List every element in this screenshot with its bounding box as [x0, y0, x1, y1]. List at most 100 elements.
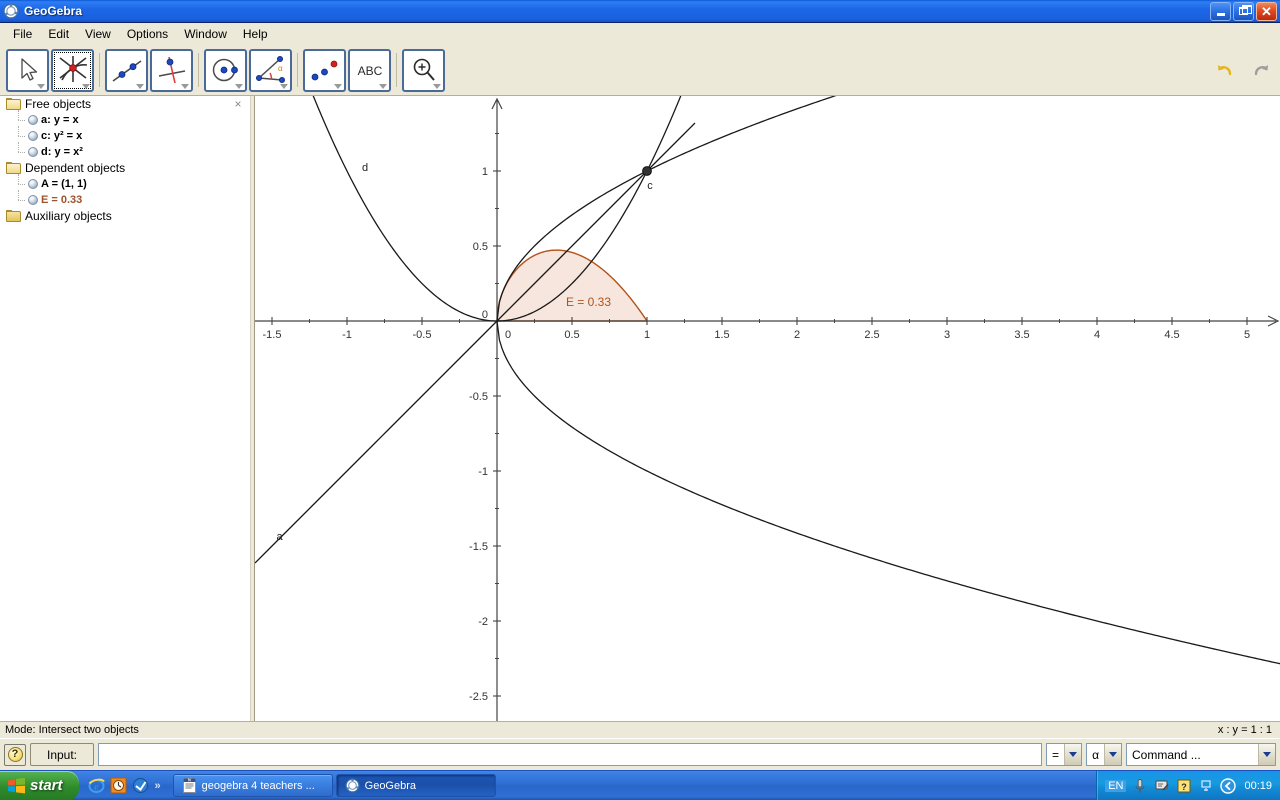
quick-launch-more-icon[interactable]: » [155, 780, 161, 792]
input-field[interactable] [98, 743, 1043, 766]
algebra-item-point-a[interactable]: A = (1, 1) [12, 174, 249, 192]
curve-c-lower-branch[interactable] [496, 320, 1280, 665]
menu-help[interactable]: Help [235, 25, 276, 43]
x-axis-tick-label: 1.5 [714, 329, 729, 341]
task-button-word-document[interactable]: W geogebra 4 teachers ... [172, 774, 333, 797]
chevron-down-icon[interactable] [379, 83, 387, 89]
angle-tool-button[interactable]: α [249, 48, 292, 92]
object-visibility-icon[interactable] [28, 147, 38, 157]
circle-tool-button[interactable] [204, 48, 247, 92]
line-through-two-points-icon [112, 60, 141, 82]
algebra-item-integral-e[interactable]: E = 0.33 [12, 190, 249, 208]
taskbar-clock[interactable]: 00:19 [1242, 780, 1272, 792]
maximize-button[interactable] [1233, 1, 1254, 21]
menu-edit[interactable]: Edit [40, 25, 77, 43]
curve-label-c-upper: c [647, 180, 653, 192]
point-A[interactable] [642, 166, 652, 176]
chevron-down-icon[interactable] [1258, 744, 1275, 765]
window-small-icon[interactable] [1198, 778, 1214, 794]
chevron-down-icon[interactable] [82, 83, 90, 89]
algebra-item-a[interactable]: a: y = x [12, 110, 249, 128]
chevron-down-icon[interactable] [136, 83, 144, 89]
task-list: W geogebra 4 teachers ... GeoGebra [172, 774, 496, 797]
show-hidden-icons-icon[interactable] [1220, 777, 1237, 794]
object-visibility-icon[interactable] [28, 195, 38, 205]
algebra-group-header[interactable]: Auxiliary objects [4, 208, 249, 224]
line-tool-button[interactable] [105, 48, 148, 92]
chevron-down-icon[interactable] [1064, 744, 1082, 765]
clock-icon[interactable] [110, 777, 127, 794]
curve-d-parabola[interactable] [255, 96, 700, 322]
algebra-item-d[interactable]: d: y = x² [12, 142, 249, 160]
menu-view[interactable]: View [77, 25, 119, 43]
help-button[interactable]: ? [4, 743, 26, 766]
toolbar-separator [198, 53, 199, 87]
outlook-icon[interactable] [132, 777, 149, 794]
perpendicular-line-icon [158, 56, 185, 84]
window-title: GeoGebra [24, 4, 83, 18]
algebra-item-list: a: y = x c: y² = x d: y = x² [4, 110, 249, 160]
equals-dropdown[interactable]: = [1046, 743, 1083, 766]
chevron-down-icon[interactable] [433, 83, 441, 89]
y-axis-tick-label: -2.5 [469, 691, 488, 703]
input-label-button[interactable]: Input: [30, 743, 94, 766]
start-button[interactable]: start [0, 770, 79, 800]
reflect-tool-button[interactable] [303, 48, 346, 92]
close-button[interactable]: ✕ [1256, 1, 1277, 21]
x-axis-tick-label: 2.5 [864, 329, 879, 341]
minimize-button[interactable] [1210, 1, 1231, 21]
handwriting-pen-icon[interactable] [1154, 778, 1170, 794]
command-dropdown-value: Command ... [1132, 747, 1201, 762]
algebra-item-label: c: y² = x [41, 130, 83, 142]
y-axis-tick-label: -1 [478, 466, 488, 478]
chevron-down-icon[interactable] [235, 83, 243, 89]
object-visibility-icon[interactable] [28, 115, 38, 125]
circle-center-point-icon [212, 58, 238, 82]
chevron-down-icon[interactable] [1104, 744, 1121, 765]
menu-file[interactable]: File [5, 25, 40, 43]
coordinate-plane[interactable]: -1.5 -1 -0.5 0 0.5 1 1.5 2 2.5 3 3.5 4 4.5 510.50-0.5… [255, 96, 1280, 721]
task-button-geogebra[interactable]: GeoGebra [335, 774, 496, 797]
graphics-view[interactable]: -1.5 -1 -0.5 0 0.5 1 1.5 2 2.5 3 3.5 4 4.5 5 1 0.5 0 -0.5… [255, 96, 1280, 721]
object-visibility-icon[interactable] [28, 179, 38, 189]
intersect-tool-button[interactable] [51, 48, 94, 92]
chevron-down-icon[interactable] [280, 83, 288, 89]
svg-text:?: ? [1182, 782, 1188, 792]
x-axis-tick-label: 0 [505, 329, 511, 341]
text-tool-button[interactable]: ABC [348, 48, 391, 92]
y-axis-tick-label: -1.5 [469, 541, 488, 553]
toolbar-group-1 [0, 48, 95, 92]
chevron-down-icon[interactable] [181, 83, 189, 89]
integral-region-E[interactable] [496, 249, 649, 322]
microphone-icon[interactable] [1132, 778, 1148, 794]
status-axis-ratio: x : y = 1 : 1 [1217, 724, 1272, 736]
toolbar-separator [396, 53, 397, 87]
menu-options[interactable]: Options [119, 25, 176, 43]
object-visibility-icon[interactable] [28, 131, 38, 141]
language-indicator[interactable]: EN [1105, 779, 1127, 792]
toolbar-separator [297, 53, 298, 87]
geogebra-logo-icon [3, 3, 19, 19]
curve-label-a: a [276, 531, 283, 543]
algebra-close-button[interactable]: × [232, 98, 244, 111]
equals-symbol-label: = [1052, 747, 1060, 762]
command-dropdown[interactable]: Command ... [1126, 743, 1276, 766]
algebra-item-c[interactable]: c: y² = x [12, 126, 249, 144]
windows-taskbar: start e » W geogebra 4 teachers ... GeoG… [0, 770, 1280, 800]
zoom-in-tool-button[interactable] [402, 48, 445, 92]
move-tool-button[interactable] [6, 48, 49, 92]
line-a[interactable] [255, 122, 696, 564]
redo-arrow-icon[interactable] [1252, 61, 1270, 79]
algebra-group-header[interactable]: Dependent objects [4, 160, 249, 176]
internet-explorer-icon[interactable]: e [88, 777, 105, 794]
algebra-group-header[interactable]: Free objects [4, 96, 249, 112]
tree-line-icon [14, 126, 26, 144]
undo-arrow-icon[interactable] [1216, 61, 1234, 79]
menu-window[interactable]: Window [176, 25, 235, 43]
chevron-down-icon[interactable] [334, 83, 342, 89]
help-note-icon[interactable]: ? [1176, 778, 1192, 794]
alpha-dropdown[interactable]: α [1086, 743, 1122, 766]
algebra-item-list: A = (1, 1) E = 0.33 [4, 174, 249, 208]
chevron-down-icon[interactable] [37, 83, 45, 89]
perpendicular-line-tool-button[interactable] [150, 48, 193, 92]
